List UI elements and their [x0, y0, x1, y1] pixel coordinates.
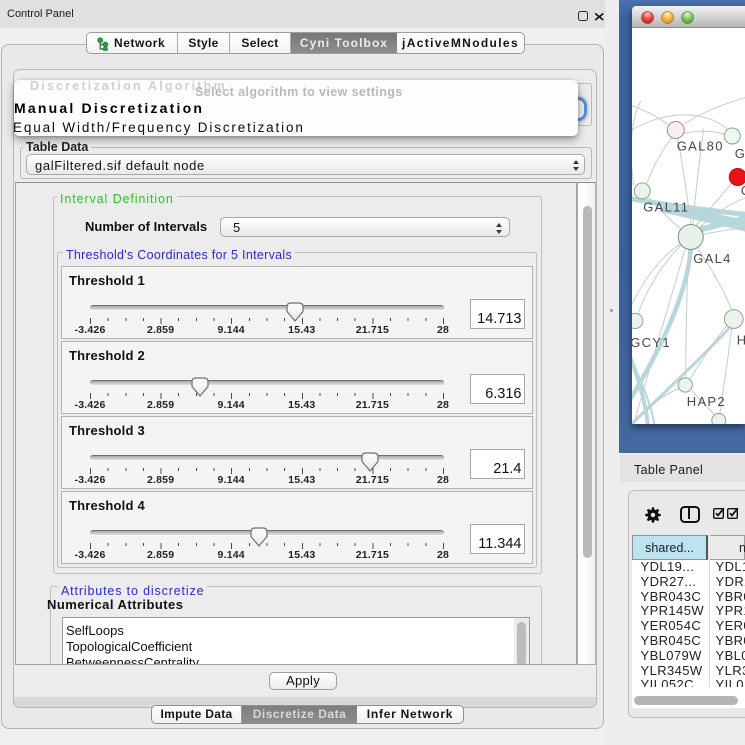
- svg-text:GAL80: GAL80: [676, 138, 723, 153]
- svg-text:GCY1: GCY1: [632, 335, 671, 350]
- svg-text:HAP2: HAP2: [686, 394, 725, 409]
- svg-text:GA: GA: [734, 146, 745, 161]
- svg-text:GAL4: GAL4: [693, 251, 731, 266]
- svg-text:C: C: [740, 183, 745, 198]
- svg-text:GAL11: GAL11: [643, 199, 689, 214]
- svg-text:H: H: [736, 332, 745, 347]
